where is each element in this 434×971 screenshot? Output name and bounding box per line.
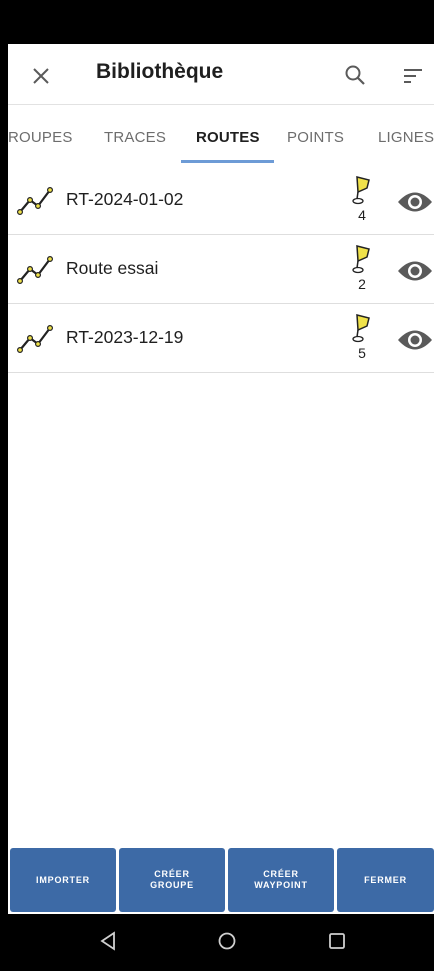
waypoint-count: 4 <box>358 207 366 223</box>
list-item[interactable]: Route essai 2 <box>8 235 434 304</box>
route-list: RT-2024-01-02 4 Route essai 2 RT-2023-12… <box>8 166 434 373</box>
search-icon <box>345 65 365 85</box>
import-button-label: IMPORTER <box>36 874 90 885</box>
route-name: RT-2024-01-02 <box>66 189 184 209</box>
create-waypoint-label-line1: CRÉER <box>263 869 299 879</box>
list-item[interactable]: RT-2024-01-02 4 <box>8 166 434 235</box>
tab-bar: ROUPES TRACES ROUTES POINTS LIGNES <box>8 106 434 166</box>
route-name: Route essai <box>66 258 159 278</box>
create-group-label-line2: GROUPE <box>150 880 194 890</box>
create-waypoint-label-line2: WAYPOINT <box>254 880 308 890</box>
create-group-button[interactable]: CRÉER GROUPE <box>119 848 225 912</box>
close-dialog-button[interactable]: FERMER <box>337 848 434 912</box>
home-icon[interactable] <box>217 931 237 951</box>
route-icon <box>17 255 54 284</box>
import-button[interactable]: IMPORTER <box>10 848 116 912</box>
list-item[interactable]: RT-2023-12-19 5 <box>8 304 434 373</box>
app-bar: Bibliothèque <box>8 44 434 105</box>
back-icon[interactable] <box>99 931 117 951</box>
library-screen: Bibliothèque ROUPES TRACES ROUTES POINTS… <box>8 44 434 914</box>
page-title: Bibliothèque <box>96 60 224 83</box>
eye-icon[interactable] <box>396 189 434 215</box>
waypoint-count: 5 <box>358 345 366 361</box>
create-waypoint-button-label: CRÉER WAYPOINT <box>254 869 308 891</box>
create-group-button-label: CRÉER GROUPE <box>150 869 194 891</box>
tab-groupes[interactable]: ROUPES <box>8 129 73 146</box>
create-waypoint-button[interactable]: CRÉER WAYPOINT <box>228 848 334 912</box>
sort-button[interactable] <box>398 62 428 90</box>
waypoint-count: 2 <box>358 276 366 292</box>
active-tab-indicator <box>181 160 274 163</box>
close-icon <box>33 68 49 84</box>
waypoint-pin-icon <box>352 176 370 205</box>
route-icon <box>17 186 54 215</box>
route-icon <box>17 324 54 353</box>
system-navigation-bar <box>0 914 434 971</box>
close-button[interactable] <box>27 62 55 90</box>
tab-lignes[interactable]: LIGNES <box>378 129 434 146</box>
recent-apps-icon[interactable] <box>328 931 346 951</box>
eye-icon[interactable] <box>396 327 434 353</box>
tab-points[interactable]: POINTS <box>287 129 344 146</box>
create-group-label-line1: CRÉER <box>154 869 190 879</box>
status-bar <box>0 0 434 44</box>
tab-traces[interactable]: TRACES <box>104 129 166 146</box>
waypoint-pin-icon <box>352 245 370 274</box>
close-button-label: FERMER <box>364 874 407 885</box>
tab-routes[interactable]: ROUTES <box>196 129 260 146</box>
sort-icon <box>404 69 422 83</box>
waypoint-pin-icon <box>352 314 370 343</box>
search-button[interactable] <box>340 60 370 90</box>
route-name: RT-2023-12-19 <box>66 327 184 347</box>
eye-icon[interactable] <box>396 258 434 284</box>
bottom-action-bar: IMPORTER CRÉER GROUPE CRÉER WAYPOINT FER… <box>10 848 434 912</box>
